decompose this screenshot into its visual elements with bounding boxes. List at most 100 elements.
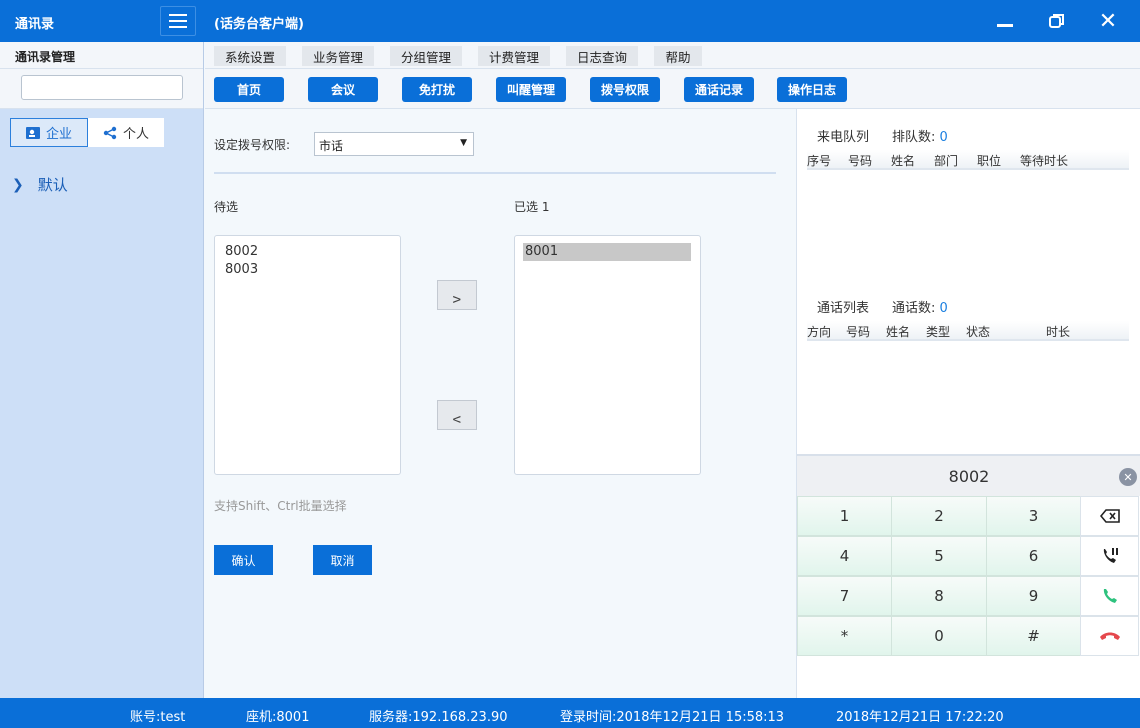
dial-keypad: 1 2 3 4 5 6 7 8 9 * 0 # (797, 496, 1140, 657)
tree-item-label: 默认 (37, 176, 68, 194)
contacts-header: 通讯录管理 (0, 42, 203, 69)
title-bar: 通讯录 (话务台客户端) ✕ (0, 0, 1140, 42)
key-hash[interactable]: # (986, 616, 1081, 656)
chevron-right-icon: ❯ (12, 176, 24, 193)
tree-item-default[interactable]: ❯ 默认 (12, 174, 68, 195)
queue-count: 排队数: 0 (892, 126, 948, 145)
column-header: 姓名 (891, 154, 916, 168)
call-records-button[interactable]: 通话记录 (684, 77, 754, 102)
close-icon: ✕ (1098, 8, 1118, 34)
menu-business-management[interactable]: 业务管理 (302, 46, 374, 66)
answer-call-icon (1103, 589, 1117, 603)
backspace-button[interactable] (1080, 496, 1139, 536)
menu-group-management[interactable]: 分组管理 (390, 46, 462, 66)
key-2[interactable]: 2 (891, 496, 987, 536)
minimize-button[interactable] (980, 0, 1030, 42)
list-item[interactable]: 8003 (225, 261, 400, 279)
contacts-tabs: 企业 个人 (10, 118, 164, 147)
tab-enterprise-label: 企业 (45, 127, 72, 142)
queue-table-header: 序号 号码 姓名 部门 职位 等待时长 (807, 150, 1129, 170)
dial-permission-button[interactable]: 拨号权限 (590, 77, 660, 102)
key-5[interactable]: 5 (891, 536, 987, 576)
status-account: 账号:test (130, 710, 186, 725)
wake-up-management-button[interactable]: 叫醒管理 (496, 77, 566, 102)
column-header: 方向 (807, 325, 832, 339)
list-item[interactable]: 8002 (225, 243, 400, 261)
tab-personal[interactable]: 个人 (88, 118, 164, 147)
menu-billing-management[interactable]: 计费管理 (478, 46, 550, 66)
conference-button[interactable]: 会议 (308, 77, 378, 102)
do-not-disturb-button[interactable]: 免打扰 (402, 77, 472, 102)
contact-card-icon (25, 126, 40, 139)
share-icon (103, 126, 117, 139)
permission-select-value: 市话 (319, 139, 344, 153)
operation-log-button[interactable]: 操作日志 (777, 77, 847, 102)
key-1[interactable]: 1 (797, 496, 892, 536)
hangup-icon (1099, 632, 1120, 640)
key-4[interactable]: 4 (797, 536, 892, 576)
hangup-button[interactable] (1080, 616, 1139, 656)
client-title: (话务台客户端) (214, 17, 304, 32)
clear-number-button[interactable]: ✕ (1119, 468, 1137, 486)
dial-display[interactable]: 8002 ✕ (797, 454, 1140, 496)
answer-call-button[interactable] (1080, 576, 1139, 616)
key-7[interactable]: 7 (797, 576, 892, 616)
minimize-icon (997, 23, 1013, 27)
divider (214, 172, 776, 174)
dial-number: 8002 (948, 466, 990, 486)
column-header: 等待时长 (1020, 154, 1069, 168)
key-star[interactable]: * (797, 616, 892, 656)
key-9[interactable]: 9 (986, 576, 1081, 616)
list-item[interactable]: 8001 (523, 243, 691, 261)
hold-call-icon (1103, 548, 1118, 563)
close-button[interactable]: ✕ (1083, 0, 1133, 42)
dial-permission-panel: 设定拨号权限: 市话 ▼ 待选 已选 1 8002 8003 ﹥ ﹤ 8001 … (205, 109, 796, 698)
column-header: 部门 (934, 154, 959, 168)
queue-title: 来电队列 (817, 130, 870, 145)
move-left-button[interactable]: ﹤ (437, 400, 477, 430)
toolbar: 首页 会议 免打扰 叫醒管理 拨号权限 通话记录 操作日志 (205, 69, 1140, 109)
column-header: 姓名 (886, 325, 911, 339)
menu-system-settings[interactable]: 系统设置 (214, 46, 286, 66)
menu-help[interactable]: 帮助 (654, 46, 702, 66)
chevron-left-icon: ﹤ (447, 404, 467, 429)
app-title: 通讯录 (15, 17, 55, 32)
hamburger-menu-button[interactable] (160, 6, 196, 36)
restore-button[interactable] (1032, 0, 1082, 42)
calls-count-label: 通话数: (892, 301, 936, 316)
key-3[interactable]: 3 (986, 496, 1081, 536)
menu-log-query[interactable]: 日志查询 (566, 46, 638, 66)
status-server: 服务器:192.168.23.90 (369, 710, 508, 725)
menu-bar: 系统设置 业务管理 分组管理 计费管理 日志查询 帮助 (205, 42, 1140, 69)
column-header: 序号 (807, 154, 832, 168)
home-button[interactable]: 首页 (214, 77, 284, 102)
calls-count: 通话数: 0 (892, 297, 948, 316)
hold-call-button[interactable] (1080, 536, 1139, 576)
tab-enterprise[interactable]: 企业 (10, 118, 88, 147)
permission-select[interactable]: 市话 ▼ (314, 132, 474, 156)
calls-title: 通话列表 (817, 301, 870, 316)
confirm-button[interactable]: 确认 (214, 545, 273, 575)
call-panel: 来电队列 排队数: 0 序号 号码 姓名 部门 职位 等待时长 通话列表 通话数… (796, 109, 1140, 698)
cancel-button[interactable]: 取消 (313, 545, 372, 575)
close-icon: ✕ (1123, 470, 1133, 484)
caret-down-icon: ▼ (460, 138, 467, 148)
column-header: 类型 (926, 325, 951, 339)
backspace-icon (1099, 509, 1120, 523)
available-list[interactable]: 8002 8003 (214, 235, 401, 475)
status-bar: 账号:test 座机:8001 服务器:192.168.23.90 登录时间:2… (0, 698, 1140, 728)
column-header: 号码 (846, 325, 871, 339)
key-6[interactable]: 6 (986, 536, 1081, 576)
key-8[interactable]: 8 (891, 576, 987, 616)
contacts-search-input[interactable] (21, 75, 183, 100)
selected-list[interactable]: 8001 (514, 235, 701, 475)
move-right-button[interactable]: ﹥ (437, 280, 477, 310)
column-header: 状态 (966, 325, 991, 339)
status-current-time: 2018年12月21日 17:22:20 (836, 710, 1004, 725)
calls-table-header: 方向 号码 姓名 类型 状态 时长 (807, 321, 1129, 341)
key-0[interactable]: 0 (891, 616, 987, 656)
chevron-right-icon: ﹥ (447, 284, 467, 309)
available-label: 待选 (214, 200, 239, 214)
permission-label: 设定拨号权限: (214, 138, 291, 152)
column-header: 时长 (1046, 325, 1071, 339)
